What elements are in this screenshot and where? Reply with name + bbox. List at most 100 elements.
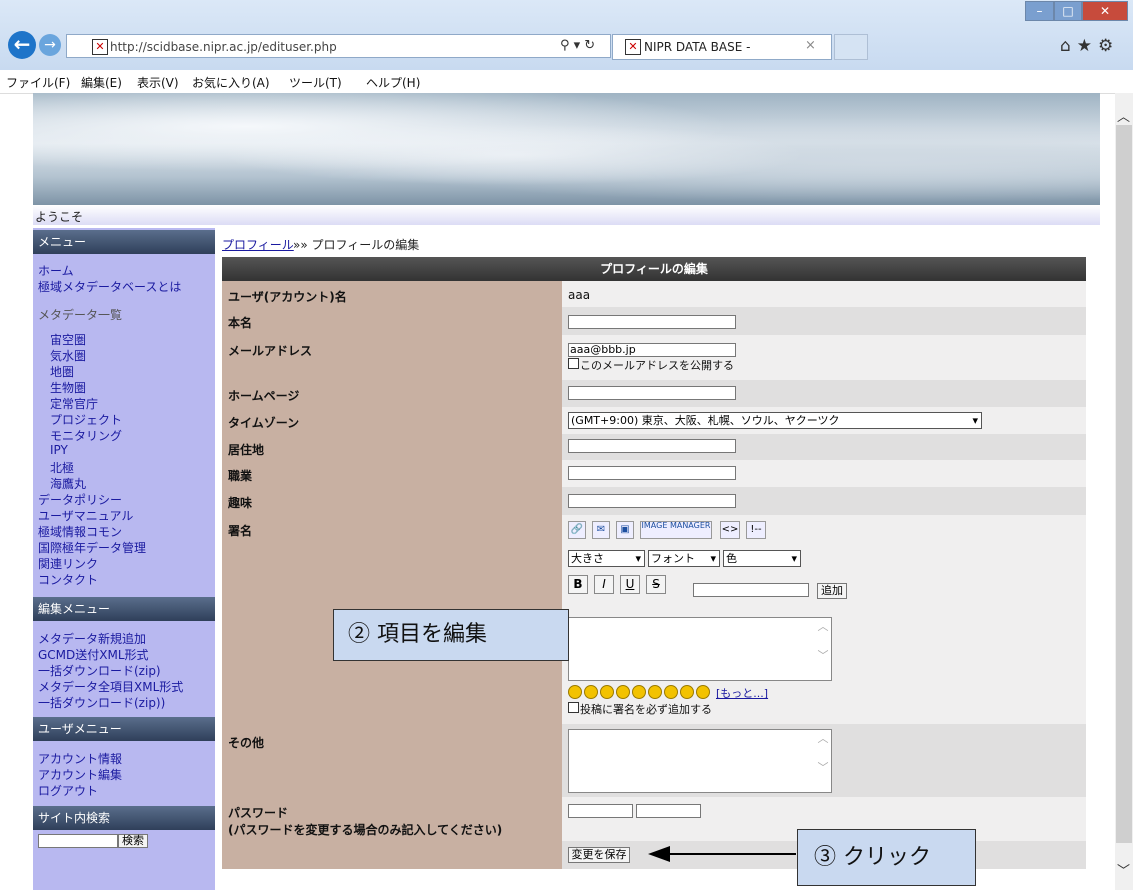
timezone-select[interactable]: (GMT+9:00) 東京、大阪、札幌、ソウル、ヤクーツク ▾: [568, 412, 982, 429]
menu-edit[interactable]: 編集(E): [81, 74, 122, 91]
scrollbar-thumb[interactable]: [1116, 125, 1132, 843]
code-icon[interactable]: <>: [720, 521, 740, 539]
back-arrow-icon[interactable]: ←: [8, 31, 36, 59]
bold-icon[interactable]: B: [568, 575, 588, 594]
sidebar-item-bulk-download-full[interactable]: 一括ダウンロード(zip)): [38, 694, 165, 711]
label-occupation: 職業: [222, 460, 562, 487]
close-window-button[interactable]: ✕: [1082, 1, 1128, 21]
sidebar-item-metadata[interactable]: 生物圏: [50, 379, 86, 396]
textarea-scrollbar[interactable]: ︿ ﹀: [815, 618, 831, 680]
textarea-scrollbar[interactable]: ︿ ﹀: [815, 730, 831, 792]
password-confirm-input[interactable]: [636, 804, 701, 818]
realname-input[interactable]: [568, 315, 736, 329]
smiley-icon[interactable]: [600, 685, 614, 699]
homepage-input[interactable]: [568, 386, 736, 400]
smiley-icon[interactable]: [584, 685, 598, 699]
sidebar-item-metadata[interactable]: IPY: [50, 443, 68, 457]
sidebar-item-data-policy[interactable]: データポリシー: [38, 491, 122, 508]
smiley-icon[interactable]: [696, 685, 710, 699]
menu-view[interactable]: 表示(V): [137, 74, 179, 91]
menu-favorites[interactable]: お気に入り(A): [192, 74, 270, 91]
sidebar-item-metadata[interactable]: 地圏: [50, 363, 74, 380]
font-select-label: フォント: [651, 552, 695, 565]
location-input[interactable]: [568, 439, 736, 453]
sidebar-item-account-info[interactable]: アカウント情報: [38, 750, 122, 767]
underline-icon[interactable]: U: [620, 575, 640, 594]
tab-title: NIPR DATA BASE -: [644, 40, 751, 54]
sidebar-item-metadata[interactable]: 海鷹丸: [50, 475, 86, 492]
breadcrumb-profile-link[interactable]: プロフィール: [222, 236, 294, 253]
sidebar-user-menu-title: ユーザメニュー: [33, 717, 215, 741]
occupation-input[interactable]: [568, 466, 736, 480]
site-search-input[interactable]: [38, 834, 118, 848]
smiley-icon[interactable]: [616, 685, 630, 699]
home-star-gear-icon[interactable]: ⌂★⚙: [1060, 36, 1119, 56]
sidebar-item-metadata[interactable]: 定常官庁: [50, 395, 98, 412]
strikethrough-icon[interactable]: S: [646, 575, 666, 594]
sidebar-item-metadata[interactable]: モニタリング: [50, 427, 122, 444]
font-select[interactable]: フォント ▾: [648, 550, 720, 567]
signature-always-checkbox[interactable]: [568, 702, 579, 713]
other-textarea[interactable]: ︿ ﹀: [568, 729, 832, 793]
sidebar-item-metadata[interactable]: プロジェクト: [50, 411, 122, 428]
hobby-input[interactable]: [568, 494, 736, 508]
scroll-up-icon[interactable]: ︿: [1117, 106, 1130, 125]
smiley-icon[interactable]: [568, 685, 582, 699]
sidebar-item-home[interactable]: ホーム: [38, 262, 74, 279]
sidebar-item-about[interactable]: 極域メタデータベースとは: [38, 278, 181, 295]
password-input[interactable]: [568, 804, 633, 818]
scroll-down-icon[interactable]: ﹀: [1117, 860, 1130, 879]
sidebar-item-ipy-data[interactable]: 国際極年データ管理: [38, 539, 146, 556]
image-manager-button[interactable]: IMAGE MANAGER: [640, 521, 712, 539]
address-url[interactable]: http://scidbase.nipr.ac.jp/edituser.php: [110, 40, 337, 54]
minimize-button[interactable]: –: [1025, 1, 1054, 21]
sidebar-item-account-edit[interactable]: アカウント編集: [38, 766, 122, 783]
sidebar-item-logout[interactable]: ログアウト: [38, 782, 98, 799]
site-search-button[interactable]: 検索: [118, 834, 148, 848]
smiley-icon[interactable]: [664, 685, 678, 699]
sidebar-item-commons[interactable]: 極域情報コモン: [38, 523, 122, 540]
sidebar-item-contact[interactable]: コンタクト: [38, 571, 98, 588]
add-text-button[interactable]: 追加: [817, 583, 847, 599]
menu-help[interactable]: ヘルプ(H): [366, 74, 420, 91]
save-changes-button[interactable]: 変更を保存: [568, 847, 630, 863]
new-tab-button[interactable]: [834, 34, 868, 60]
value-realname-row: [562, 307, 1086, 335]
search-refresh-icon[interactable]: ⚲ ▾ ↻: [560, 38, 595, 53]
italic-icon[interactable]: I: [594, 575, 614, 594]
smiley-icon[interactable]: [680, 685, 694, 699]
attach-url-icon[interactable]: 🔗: [568, 521, 586, 539]
tab-close-icon[interactable]: ×: [805, 38, 816, 53]
sidebar-item-links[interactable]: 関連リンク: [38, 555, 98, 572]
sidebar-metadata-title: メタデータ一覧: [38, 308, 123, 322]
sidebar-item-new-metadata[interactable]: メタデータ新規追加: [38, 630, 146, 647]
image-icon[interactable]: ▣: [616, 521, 634, 539]
form-title: プロフィールの編集: [222, 257, 1086, 281]
sidebar-item-manual[interactable]: ユーザマニュアル: [38, 507, 133, 524]
value-signature-row: 🔗 ✉ ▣ IMAGE MANAGER <> !-- 大きさ ▾ フォント ▾ 色 ▾…: [562, 515, 1086, 724]
signature-textarea[interactable]: ︿ ﹀: [568, 617, 832, 681]
more-smileys-link[interactable]: [もっと...]: [716, 685, 768, 701]
text-add-input[interactable]: [693, 583, 809, 597]
sidebar-item-metadata[interactable]: 宙空圏: [50, 331, 86, 348]
sidebar-item-metadata[interactable]: 北極: [50, 459, 74, 476]
maximize-button[interactable]: □: [1054, 1, 1082, 21]
email-public-checkbox[interactable]: [568, 358, 579, 369]
sidebar-item-bulk-download[interactable]: 一括ダウンロード(zip): [38, 662, 161, 679]
value-occupation-row: [562, 460, 1086, 487]
menu-tools[interactable]: ツール(T): [289, 74, 342, 91]
quote-icon[interactable]: !--: [746, 521, 766, 539]
forward-arrow-icon[interactable]: →: [39, 34, 61, 56]
email-input[interactable]: aaa@bbb.jp: [568, 343, 736, 357]
label-hobby: 趣味: [222, 487, 562, 515]
smiley-icon[interactable]: [648, 685, 662, 699]
menu-file[interactable]: ファイル(F): [6, 74, 70, 91]
sidebar-item-gcmd-xml[interactable]: GCMD送付XML形式: [38, 646, 149, 663]
sidebar-item-full-xml[interactable]: メタデータ全項目XML形式: [38, 678, 183, 695]
color-select[interactable]: 色 ▾: [723, 550, 801, 567]
smiley-icon[interactable]: [632, 685, 646, 699]
tab-favicon-icon: ✕: [625, 39, 641, 55]
sidebar-item-metadata[interactable]: 気水圏: [50, 347, 86, 364]
size-select[interactable]: 大きさ ▾: [568, 550, 645, 567]
email-icon[interactable]: ✉: [592, 521, 610, 539]
